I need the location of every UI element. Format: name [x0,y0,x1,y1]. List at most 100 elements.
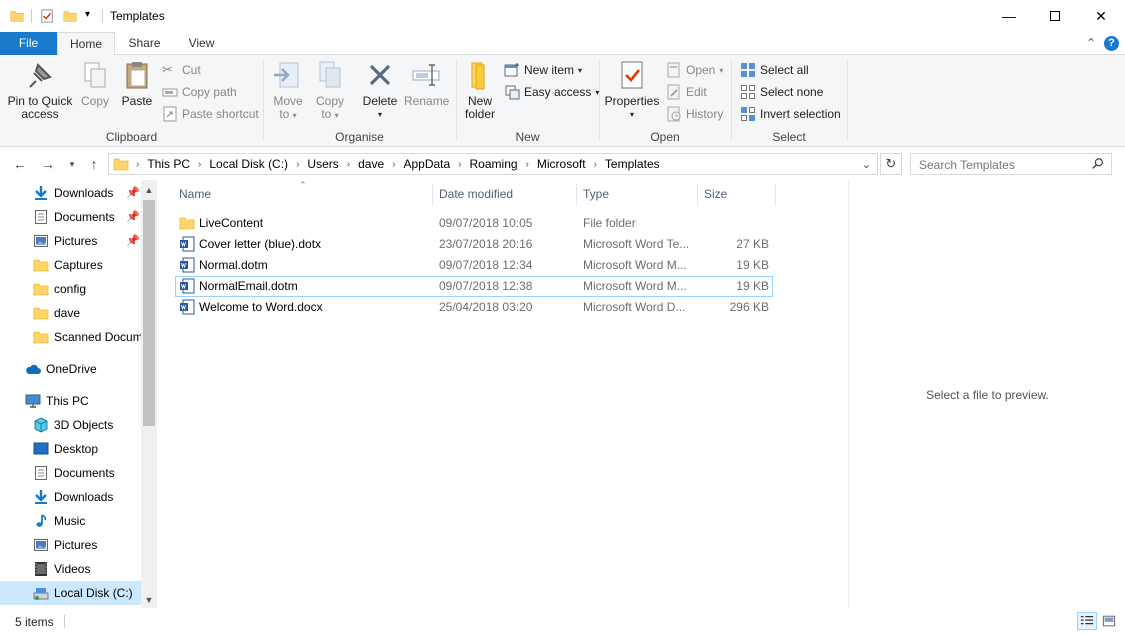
nav-item-downloads[interactable]: Downloads [0,485,141,509]
nav-item-documents-quick[interactable]: Documents [0,205,141,229]
scroll-up-arrow-icon[interactable]: ▲ [141,182,157,198]
column-header-date-modified[interactable]: Date modified [439,186,513,208]
new-folder-icon[interactable] [63,8,77,24]
maximize-button[interactable] [1032,0,1078,32]
nav-item-config[interactable]: config [0,277,141,301]
move-to-button[interactable]: Move to ▾ [270,59,306,122]
large-icons-view-button[interactable] [1099,612,1119,630]
document-icon [35,466,47,480]
up-button[interactable]: ↑ [84,154,104,174]
delete-label: Delete [362,94,398,108]
column-header-name[interactable]: Name [179,186,211,208]
nav-item-local-disk[interactable]: Local Disk (C:) [0,581,141,605]
back-button[interactable]: ← [10,154,30,174]
forward-button[interactable]: → [38,154,58,174]
recent-locations-button[interactable]: ▾ [62,154,82,174]
select-none-button[interactable]: Select none [740,82,823,102]
invert-selection-button[interactable]: Invert selection [740,104,841,124]
tab-home[interactable]: Home [57,32,115,56]
nav-item-dave[interactable]: dave [0,301,141,325]
customize-quick-access-icon[interactable]: ▾ [85,9,90,20]
breadcrumb-this-pc[interactable]: This PC [144,157,193,171]
nav-item-documents[interactable]: Documents [0,461,141,485]
help-icon[interactable]: ? [1104,36,1119,51]
tab-file[interactable]: File [0,32,57,55]
divider[interactable] [576,184,577,206]
copy-path-button[interactable]: Copy path [162,82,237,102]
scroll-down-arrow-icon[interactable]: ▼ [141,592,157,608]
breadcrumb-users[interactable]: Users [304,157,341,171]
new-folder-button[interactable]: New folder [460,59,500,121]
file-row[interactable]: Welcome to Word.docx 25/04/2018 03:20 Mi… [175,297,773,318]
breadcrumb-local-disk[interactable]: Local Disk (C:) [206,157,291,171]
history-button[interactable]: History [666,104,723,124]
select-all-icon [741,63,755,77]
back-arrow-icon: ← [13,156,27,172]
details-view-button[interactable] [1077,612,1097,630]
nav-scrollbar-thumb[interactable] [143,200,155,426]
properties-button[interactable]: Properties ▾ [604,59,660,121]
nav-item-desktop[interactable]: Desktop [0,437,141,461]
nav-item-captures[interactable]: Captures [0,253,141,277]
divider[interactable] [697,184,698,206]
nav-item-label: Documents [54,210,115,224]
nav-item-onedrive[interactable]: OneDrive [0,357,141,381]
file-list: ⌃ Name Date modified Type Size LiveConte… [157,180,847,608]
nav-item-videos[interactable]: Videos [0,557,141,581]
new-folder-icon [471,62,485,90]
breadcrumb-templates[interactable]: Templates [602,157,663,171]
breadcrumb-appdata[interactable]: AppData [400,157,453,171]
collapse-ribbon-icon[interactable]: ⌃ [1086,36,1096,50]
nav-item-music[interactable]: Music [0,509,141,533]
paste-button[interactable]: Paste [118,59,156,108]
address-bar[interactable]: › This PC › Local Disk (C:) › Users › da… [108,153,878,175]
paste-shortcut-button[interactable]: Paste shortcut [162,104,259,124]
nav-item-3d-objects[interactable]: 3D Objects [0,413,141,437]
file-row[interactable]: Normal.dotm 09/07/2018 12:34 Microsoft W… [175,255,773,276]
column-header-type[interactable]: Type [583,186,609,208]
move-to-icon [274,62,299,88]
open-button[interactable]: Open ▾ [666,60,723,80]
copy-to-button[interactable]: Copy to ▾ [312,59,348,122]
folder-icon [33,307,49,320]
close-button[interactable]: ✕ [1078,0,1124,32]
address-history-chevron-down-icon[interactable]: ⌄ [862,158,871,171]
delete-button[interactable]: Delete ▾ [360,59,400,121]
divider[interactable] [432,184,433,206]
tab-share[interactable]: Share [117,32,172,55]
nav-item-pictures[interactable]: Pictures [0,533,141,557]
pin-icon[interactable]: 📌 [126,234,140,247]
divider[interactable] [775,184,776,206]
column-header-size[interactable]: Size [704,186,727,208]
refresh-button[interactable]: ↻ [880,153,902,175]
pin-icon[interactable]: 📌 [126,210,140,223]
pin-icon[interactable]: 📌 [126,186,140,199]
refresh-icon: ↻ [885,156,897,171]
breadcrumb-microsoft[interactable]: Microsoft [534,157,589,171]
easy-access-button[interactable]: Easy access ▾ [504,82,599,102]
search-input[interactable]: Search Templates [910,153,1112,175]
file-size: 19 KB [736,279,769,293]
file-row-focused[interactable]: NormalEmail.dotm 09/07/2018 12:38 Micros… [175,276,773,297]
breadcrumb-roaming[interactable]: Roaming [467,157,521,171]
edit-button[interactable]: Edit [666,82,707,102]
cut-button[interactable]: ✂ Cut [162,60,201,80]
file-row[interactable]: LiveContent 09/07/2018 10:05 File folder [175,213,773,234]
copy-button[interactable]: Copy [78,59,112,108]
nav-item-pictures-quick[interactable]: Pictures [0,229,141,253]
desktop-icon [33,442,49,455]
select-all-button[interactable]: Select all [740,60,809,80]
nav-item-label: Scanned Docum [54,330,141,344]
nav-item-downloads-quick[interactable]: Downloads [0,181,141,205]
breadcrumb-dave[interactable]: dave [355,157,387,171]
properties-checkmark-icon[interactable] [40,8,54,24]
minimize-button[interactable]: — [986,0,1032,32]
file-row[interactable]: Cover letter (blue).dotx 23/07/2018 20:1… [175,234,773,255]
new-item-button[interactable]: New item ▾ [504,60,582,80]
pin-to-quick-access-button[interactable]: Pin to Quick access [4,59,76,121]
nav-item-this-pc[interactable]: This PC [0,389,141,413]
rename-button[interactable]: Rename [404,59,449,108]
tab-view[interactable]: View [174,32,229,55]
dropdown-arrow-icon: ▾ [292,111,297,120]
nav-item-scanned-documents[interactable]: Scanned Docum [0,325,141,349]
